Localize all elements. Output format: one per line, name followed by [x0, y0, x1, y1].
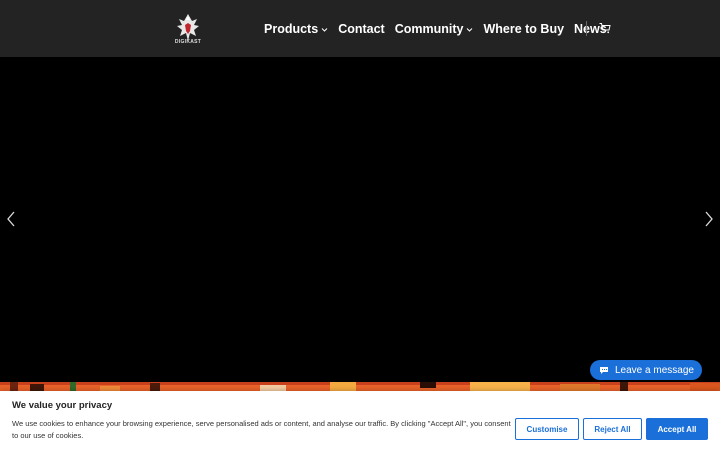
- nav-item-products[interactable]: Products: [264, 22, 328, 36]
- chat-bubble-icon: [599, 366, 609, 375]
- hero-slider: [0, 57, 720, 382]
- cookie-consent-bar: We value your privacy We use cookies to …: [0, 391, 720, 450]
- nav-item-community[interactable]: Community: [395, 22, 474, 36]
- leave-message-button[interactable]: Leave a message: [590, 360, 702, 380]
- cart-icon: [599, 23, 611, 34]
- chevron-right-icon: [705, 211, 713, 227]
- nav-item-contact[interactable]: Contact: [338, 22, 385, 36]
- accept-all-button[interactable]: Accept All: [646, 418, 708, 440]
- chevron-left-icon: [7, 211, 15, 227]
- leave-message-label: Leave a message: [615, 364, 694, 376]
- header-divider: [586, 21, 587, 36]
- nav-item-label: Products: [264, 22, 319, 36]
- slider-next-button[interactable]: [704, 210, 714, 228]
- main-nav: Products Contact Community Where to Buy …: [264, 20, 617, 38]
- customise-button[interactable]: Customise: [515, 418, 579, 440]
- nav-item-label: Contact: [338, 22, 385, 36]
- nav-item-label: Where to Buy: [483, 22, 565, 36]
- nav-item-where-to-buy[interactable]: Where to Buy: [483, 22, 564, 36]
- chevron-down-icon: [466, 26, 473, 33]
- cookie-description: We use cookies to enhance your browsing …: [12, 419, 511, 440]
- slider-prev-button[interactable]: [6, 210, 16, 228]
- site-header: DIGIKAST Products Contact Community Wher…: [0, 0, 720, 57]
- chevron-down-icon: [321, 26, 328, 33]
- reject-all-button[interactable]: Reject All: [583, 418, 642, 440]
- cart-button[interactable]: [599, 22, 611, 34]
- cookie-title: We value your privacy: [12, 400, 113, 411]
- nav-item-label: Community: [394, 22, 464, 36]
- logo-text: DIGIKAST: [174, 39, 202, 45]
